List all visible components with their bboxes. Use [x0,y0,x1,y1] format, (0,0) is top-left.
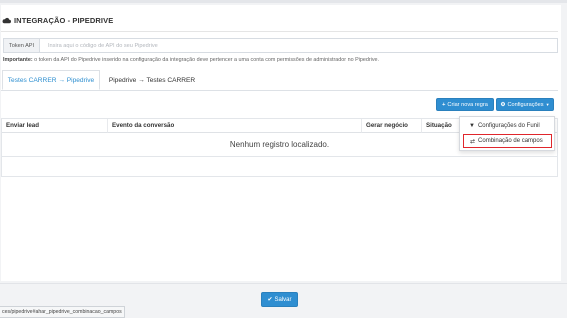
tab-carrer-to-pipedrive[interactable]: Testes CARRER → Pipedrive [2,70,100,90]
menu-item-field-mapping[interactable]: ⇄ Combinação de campos [463,134,552,148]
gear-icon: ⚙ [500,101,506,108]
menu-item-label: Configurações do Funil [477,123,540,129]
new-rule-label: Criar nova regra [447,101,488,108]
page-title: INTEGRAÇÃO - PIPEDRIVE [14,15,114,25]
important-note-label: Importante: [3,57,33,63]
save-button[interactable]: ✔ Salvar [261,292,298,307]
tab-pipedrive-to-carrer[interactable]: Pipedrive → Testes CARRER [102,70,202,90]
status-url: ces/pipedrive#ahar_pipedrive_combinacao_… [2,309,122,315]
settings-dropdown-menu: ▼ Configurações do Funil ⇄ Combinação de… [459,116,555,151]
important-note: Importante: o token da API do Pipedrive … [3,57,379,63]
column-header: Evento da conversão [108,119,362,133]
header-divider [1,31,558,32]
browser-status-bar: ces/pipedrive#ahar_pipedrive_combinacao_… [0,306,125,318]
column-header: Situação [422,119,462,133]
exchange-icon: ⇄ [470,138,476,145]
caret-down-icon: ▼ [545,102,550,107]
token-label: Token API [3,38,39,53]
menu-item-funnel-settings[interactable]: ▼ Configurações do Funil [463,119,552,133]
column-header: Enviar lead [2,119,108,133]
settings-label: Configurações [507,101,544,108]
menu-item-label: Combinação de campos [478,138,543,144]
top-strip [0,0,567,3]
tab-bar: Testes CARRER → Pipedrive Pipedrive → Te… [1,70,558,91]
important-note-text: o token da API do Pipedrive inserido na … [32,57,380,63]
plus-icon: + [442,101,446,108]
new-rule-button[interactable]: + Criar nova regra [436,98,494,111]
column-header: Gerar negócio [362,119,422,133]
token-row: Token API [3,38,558,53]
token-input[interactable] [39,38,558,53]
page-header: INTEGRAÇÃO - PIPEDRIVE [1,7,557,33]
save-label: Salvar [274,296,292,303]
check-icon: ✔ [267,297,273,303]
settings-button[interactable]: ⚙ Configurações ▼ [496,98,554,111]
cloud-icon [2,17,11,23]
filter-icon: ▼ [469,123,475,129]
footer-divider [0,283,567,284]
